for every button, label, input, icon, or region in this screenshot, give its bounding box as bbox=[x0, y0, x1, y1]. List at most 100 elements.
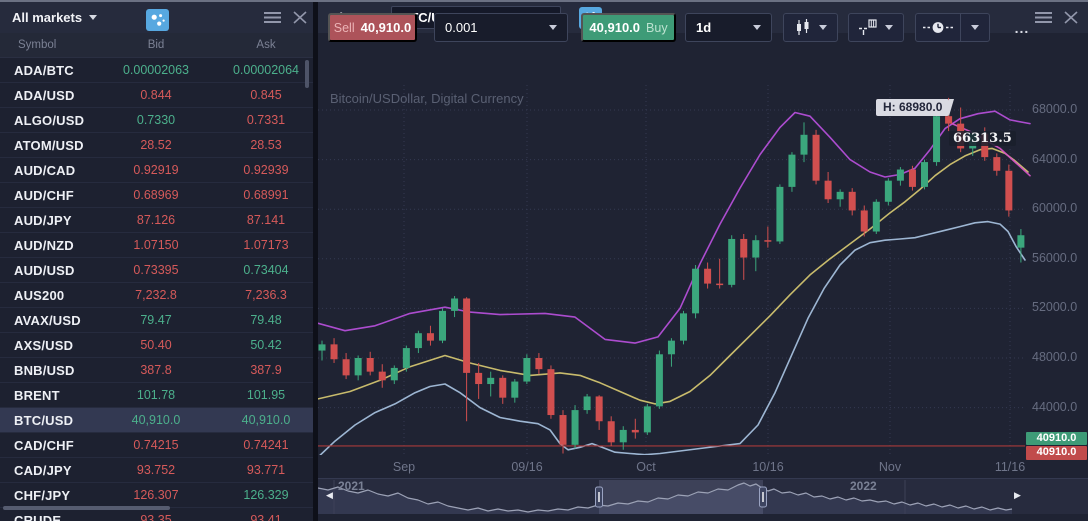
price-tag-buy: 40910.0 bbox=[1026, 432, 1087, 446]
ask-cell: 101.95 bbox=[221, 388, 311, 402]
ask-cell: 93.41 bbox=[221, 513, 311, 521]
chevron-down-icon bbox=[549, 25, 557, 30]
bid-cell: 0.92919 bbox=[111, 163, 201, 177]
sell-button[interactable]: Sell 40,910.0 bbox=[328, 13, 417, 42]
table-row[interactable]: CAD/CHF0.74215 0.74241 bbox=[0, 433, 313, 458]
table-row[interactable]: AVAX/USD79.4779.48 bbox=[0, 308, 313, 333]
symbol-cell: CAD/CHF bbox=[0, 438, 111, 453]
symbol-cell: AUD/NZD bbox=[0, 238, 111, 253]
candlestick-icon bbox=[795, 19, 811, 36]
close-icon[interactable] bbox=[1064, 11, 1078, 24]
bid-cell: 126.307 bbox=[111, 488, 201, 502]
scroll-left-arrow-icon[interactable]: ◀ bbox=[326, 490, 333, 501]
timeline-navigator[interactable] bbox=[318, 478, 1088, 514]
quantity-value: 0.001 bbox=[445, 20, 478, 35]
y-tick-label: 48000.0 bbox=[1032, 350, 1077, 364]
table-row[interactable]: AUD/CAD0.929190.92939 bbox=[0, 158, 313, 183]
link-icon bbox=[148, 11, 167, 29]
bid-cell: 0.7330 bbox=[111, 113, 201, 127]
vertical-scrollbar[interactable] bbox=[305, 60, 309, 88]
ask-cell: 126.329 bbox=[221, 488, 311, 502]
table-row[interactable]: AUD/CHF0.689690.68991 bbox=[0, 183, 313, 208]
trading-workspace: All markets Symbol Bid Ask ADA/B bbox=[0, 0, 1088, 521]
table-row[interactable]: CHF/JPY126.307 126.329 bbox=[0, 483, 313, 508]
close-icon[interactable] bbox=[293, 11, 307, 24]
ask-cell: 1.07173 bbox=[221, 238, 311, 252]
x-tick-label: 10/16 bbox=[752, 460, 783, 474]
high-price-badge: H: 68980.0 bbox=[876, 99, 949, 116]
symbol-cell: ATOM/USD bbox=[0, 138, 111, 153]
chevron-down-icon bbox=[885, 25, 893, 30]
bid-cell: 387.8 bbox=[111, 363, 201, 377]
table-row[interactable]: AUD/NZD1.071501.07173 bbox=[0, 233, 313, 258]
table-row[interactable]: AUD/JPY87.12687.141 bbox=[0, 208, 313, 233]
chart-panel: Chart Sell 40,910.0 0.001 bbox=[318, 0, 1088, 521]
y-tick-label: 64000.0 bbox=[1032, 152, 1077, 166]
link-windows-button[interactable] bbox=[146, 9, 169, 31]
table-row[interactable]: BRENT101.78101.95 bbox=[0, 383, 313, 408]
bid-cell: 87.126 bbox=[111, 213, 201, 227]
market-table-header: Symbol Bid Ask bbox=[0, 33, 313, 58]
symbol-cell: CHF/JPY bbox=[0, 488, 111, 503]
symbol-cell: AXS/USD bbox=[0, 338, 111, 353]
ask-cell: 0.73404 bbox=[221, 263, 311, 277]
x-tick-label: Sep bbox=[393, 460, 415, 474]
more-options-button[interactable]: ... bbox=[1010, 13, 1034, 42]
chevron-down-icon bbox=[819, 25, 827, 30]
y-tick-label: 44000.0 bbox=[1032, 400, 1077, 414]
table-row[interactable]: ATOM/USD28.5228.53 bbox=[0, 133, 313, 158]
ask-cell: 7,236.3 bbox=[221, 288, 311, 302]
horizontal-scrollbar[interactable] bbox=[3, 506, 170, 510]
x-tick-label: Nov bbox=[879, 460, 901, 474]
drawing-tools-select[interactable] bbox=[848, 13, 904, 42]
timeframe-value: 1d bbox=[696, 20, 711, 35]
symbol-cell: BTC/USD bbox=[0, 413, 111, 428]
quantity-select[interactable]: 0.001 bbox=[434, 13, 568, 42]
bid-cell: 50.40 bbox=[111, 338, 201, 352]
market-list-title[interactable]: All markets bbox=[12, 10, 82, 25]
column-symbol[interactable]: Symbol bbox=[0, 39, 111, 51]
time-settings-dropdown[interactable] bbox=[960, 14, 989, 41]
menu-icon[interactable] bbox=[264, 11, 281, 24]
market-watch-header: All markets bbox=[0, 0, 313, 33]
buy-button[interactable]: 40,910.0 Buy bbox=[581, 13, 676, 42]
x-tick-label: Oct bbox=[636, 460, 655, 474]
table-row[interactable]: ADA/USD0.8440.845 bbox=[0, 83, 313, 108]
bid-cell: 0.844 bbox=[111, 88, 201, 102]
x-tick-label: 09/16 bbox=[511, 460, 542, 474]
ask-cell: 0.74241 bbox=[221, 438, 311, 452]
table-row[interactable]: ADA/BTC0.000020630.00002064 bbox=[0, 58, 313, 83]
table-row[interactable]: ALGO/USD0.73300.7331 bbox=[0, 108, 313, 133]
ask-cell: 0.845 bbox=[221, 88, 311, 102]
scroll-right-arrow-icon[interactable]: ▶ bbox=[1014, 490, 1021, 501]
ask-cell: 0.7331 bbox=[221, 113, 311, 127]
timeframe-select[interactable]: 1d bbox=[685, 13, 772, 42]
table-row[interactable]: BNB/USD387.8387.9 bbox=[0, 358, 313, 383]
table-row[interactable]: CAD/JPY93.75293.771 bbox=[0, 458, 313, 483]
ask-cell: 50.42 bbox=[221, 338, 311, 352]
bid-cell: 0.00002063 bbox=[111, 63, 201, 77]
table-row[interactable]: BTC/USD40,910.040,910.0 bbox=[0, 408, 313, 433]
table-row[interactable]: AUD/USD0.733950.73404 bbox=[0, 258, 313, 283]
ask-cell: 93.771 bbox=[221, 463, 311, 477]
ask-cell: 28.53 bbox=[221, 138, 311, 152]
table-row[interactable]: AUS2007,232.87,236.3 bbox=[0, 283, 313, 308]
column-ask[interactable]: Ask bbox=[221, 39, 311, 51]
sell-label: Sell bbox=[334, 21, 355, 35]
y-tick-label: 60000.0 bbox=[1032, 201, 1077, 215]
chevron-down-icon bbox=[753, 25, 761, 30]
ask-cell: 0.92939 bbox=[221, 163, 311, 177]
navigator-year-label: 2021 bbox=[338, 479, 365, 493]
symbol-cell: ADA/BTC bbox=[0, 63, 111, 78]
time-settings-button[interactable] bbox=[915, 13, 990, 42]
symbol-cell: AUD/USD bbox=[0, 263, 111, 278]
chevron-down-icon[interactable] bbox=[89, 15, 97, 20]
bid-cell: 93.35 bbox=[111, 513, 201, 521]
clock-icon[interactable] bbox=[916, 14, 960, 41]
column-bid[interactable]: Bid bbox=[111, 39, 201, 51]
bid-cell: 0.74215 bbox=[111, 438, 201, 452]
chart-type-select[interactable] bbox=[783, 13, 838, 42]
table-row[interactable]: AXS/USD50.40 50.42 bbox=[0, 333, 313, 358]
buy-price: 40,910.0 bbox=[589, 20, 640, 35]
menu-icon[interactable] bbox=[1035, 11, 1052, 24]
